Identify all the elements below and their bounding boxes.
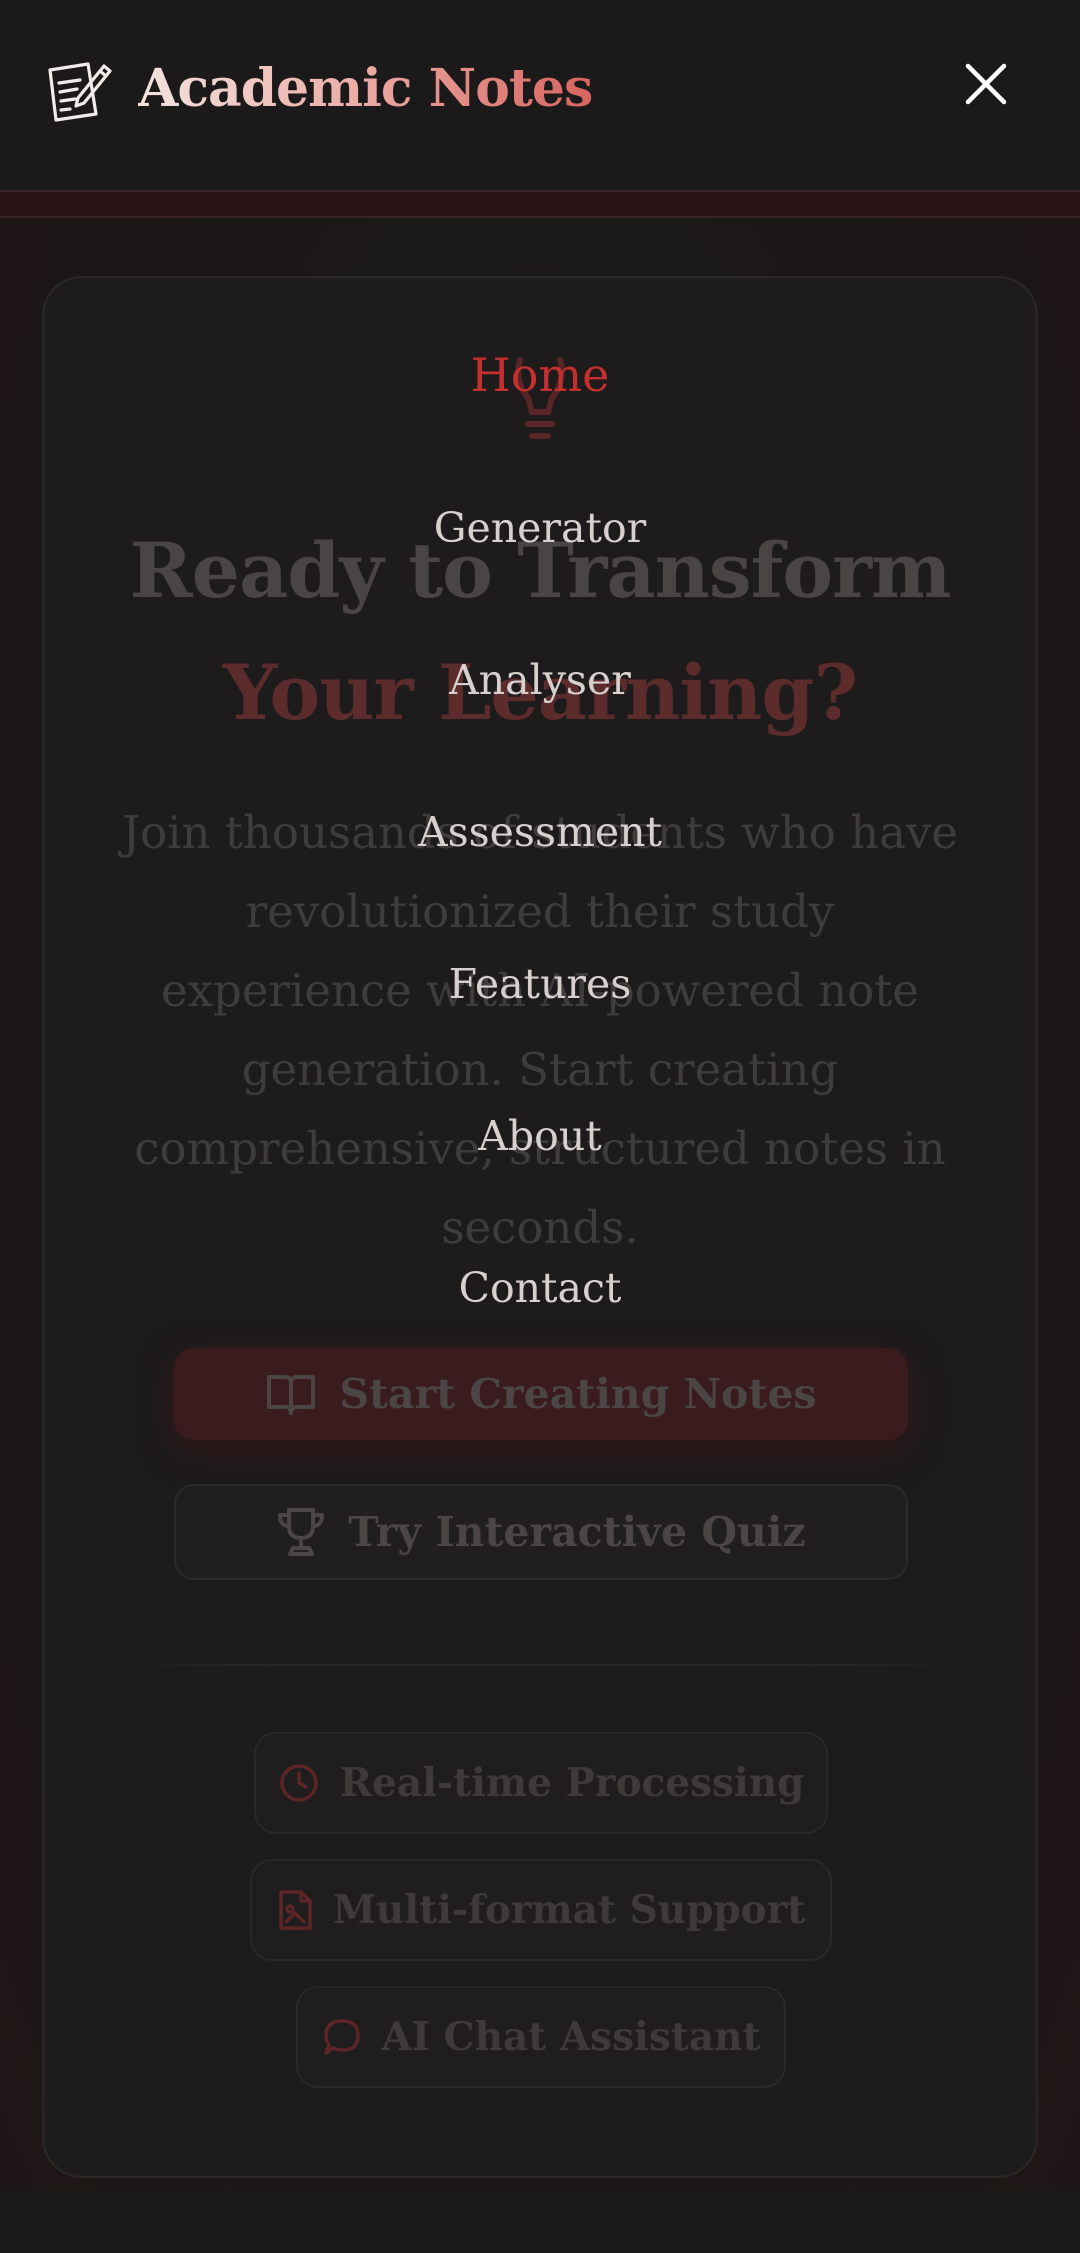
- nav-item-generator[interactable]: Generator: [0, 504, 1080, 552]
- trophy-icon: [278, 1508, 325, 1556]
- file-image-icon: [279, 1890, 312, 1930]
- clock-icon: [279, 1764, 318, 1802]
- feature-label-multiformat: Multi-format Support: [332, 1887, 806, 1933]
- nav-item-analyser[interactable]: Analyser: [0, 656, 1080, 704]
- page-footer-shade: [0, 2190, 1080, 2253]
- book-open-icon: [267, 1375, 316, 1415]
- feature-badge-realtime: Real-time Processing: [254, 1732, 828, 1834]
- try-interactive-quiz-button[interactable]: Try Interactive Quiz: [174, 1484, 908, 1580]
- header-divider-band: [0, 190, 1080, 218]
- nav-item-about[interactable]: About: [0, 1112, 1080, 1160]
- feature-badge-ai-chat: AI Chat Assistant: [296, 1986, 786, 2088]
- try-interactive-quiz-label: Try Interactive Quiz: [348, 1508, 806, 1556]
- nav-item-assessment[interactable]: Assessment: [0, 808, 1080, 856]
- brand-title[interactable]: Academic Notes: [138, 58, 593, 119]
- nav-item-contact[interactable]: Contact: [0, 1264, 1080, 1312]
- feature-label-ai-chat: AI Chat Assistant: [381, 2014, 761, 2060]
- nav-item-home[interactable]: Home: [0, 348, 1080, 402]
- feature-label-realtime: Real-time Processing: [339, 1760, 805, 1806]
- chat-bubble-icon: [323, 2019, 360, 2055]
- nav-item-features[interactable]: Features: [0, 960, 1080, 1008]
- close-icon[interactable]: [960, 58, 1012, 110]
- notes-pen-icon: [48, 62, 112, 122]
- start-creating-notes-button[interactable]: Start Creating Notes: [174, 1348, 908, 1440]
- section-divider: [126, 1664, 956, 1666]
- app-header: Academic Notes: [0, 0, 1080, 190]
- start-creating-notes-label: Start Creating Notes: [339, 1370, 817, 1418]
- cta-subtext: Join thousands of students who have revo…: [122, 806, 958, 1254]
- feature-badge-multiformat: Multi-format Support: [250, 1859, 832, 1961]
